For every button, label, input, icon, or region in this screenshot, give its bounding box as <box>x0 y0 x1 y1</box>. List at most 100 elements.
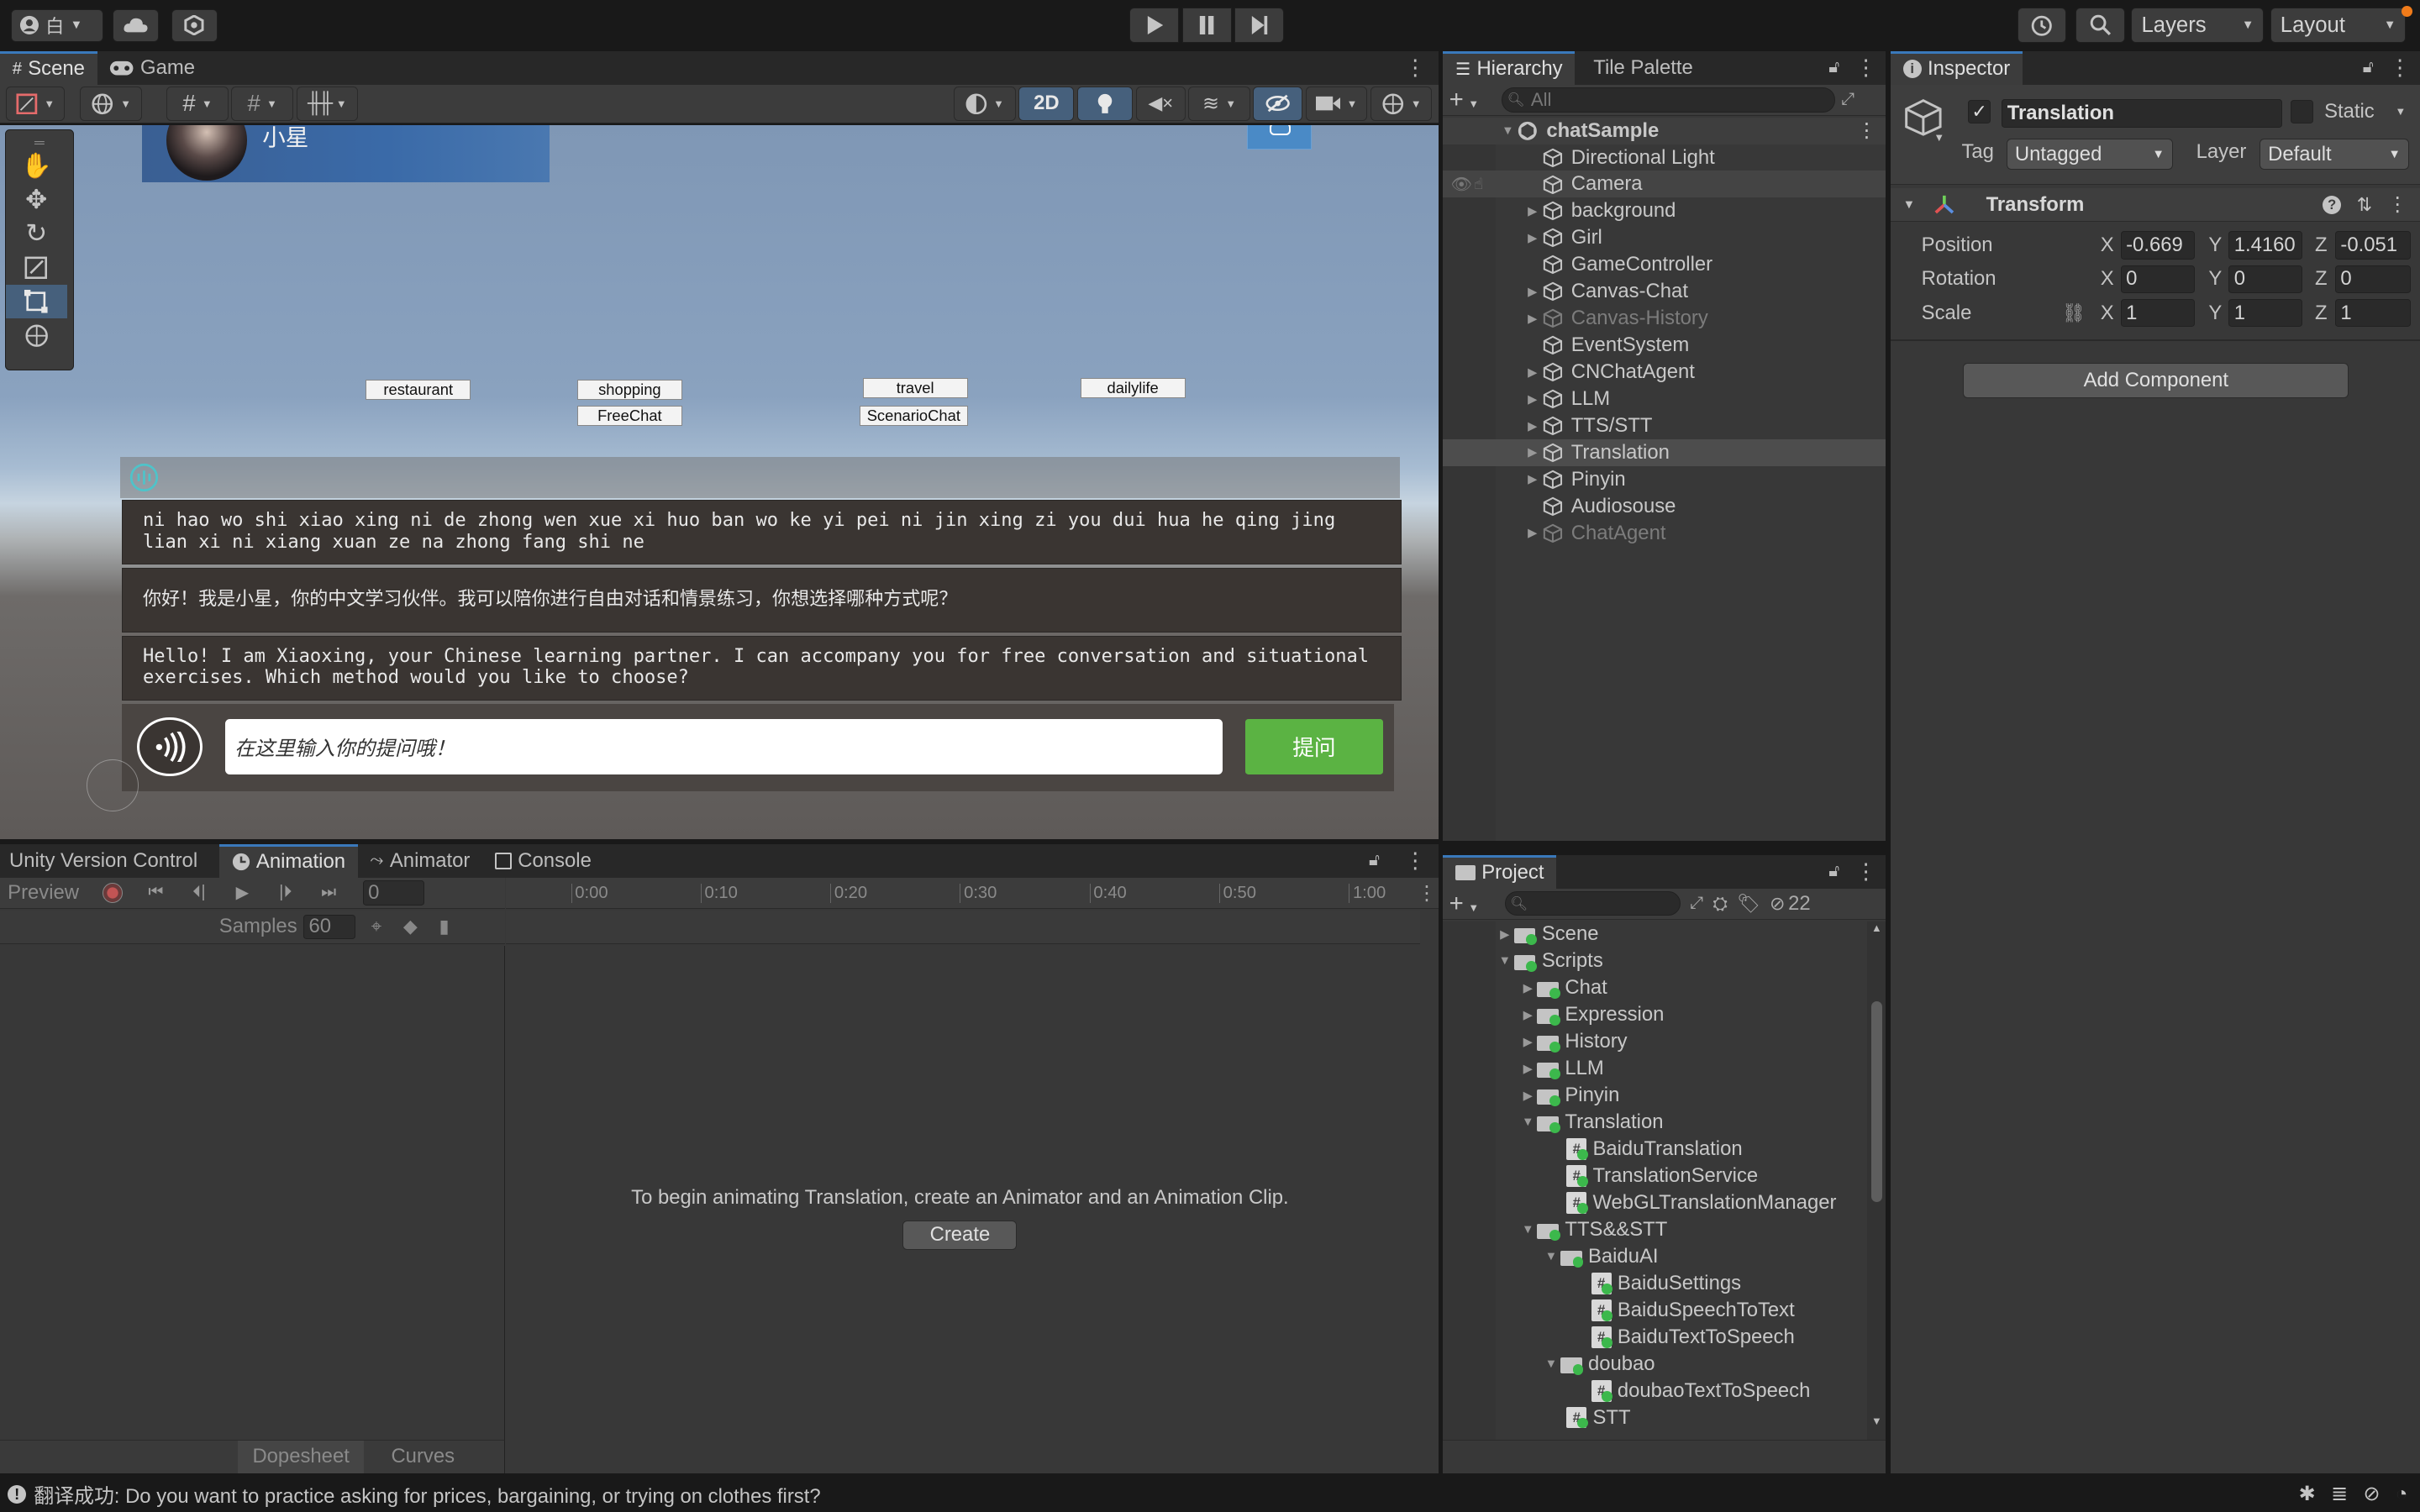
inspector-menu-button[interactable]: ⋮ <box>2380 51 2420 85</box>
project-scrollbar[interactable]: ▲ <box>1867 921 1886 1440</box>
project-folder[interactable]: ▶ LLM <box>1443 1055 1867 1082</box>
layer-dropdown[interactable]: Default ▼ <box>2259 139 2410 171</box>
play-animation-button[interactable]: ▶ <box>221 882 264 903</box>
scale-z-field[interactable]: 1 <box>2334 299 2411 328</box>
scale-x-field[interactable]: 1 <box>2120 299 2195 328</box>
hierarchy-item[interactable]: ▶ Girl <box>1443 224 1886 251</box>
transform-header[interactable]: ▼ Transform ? ⇅ ⋮ <box>1890 188 2420 223</box>
create-animator-button[interactable]: Create <box>902 1220 1018 1250</box>
curves-tab[interactable]: Curves <box>364 1441 481 1473</box>
shopping-button[interactable]: shopping <box>576 379 682 400</box>
expand-arrow-icon[interactable]: ▶ <box>1523 204 1542 218</box>
expand-arrow-icon[interactable]: ▶ <box>1518 981 1537 995</box>
hierarchy-item[interactable]: EventSystem <box>1443 332 1886 359</box>
increment-snap-button[interactable]: # ▼ <box>231 87 293 121</box>
tab-hierarchy[interactable]: ☰ Hierarchy <box>1443 50 1576 86</box>
hierarchy-item[interactable]: ▶ Canvas-History <box>1443 305 1886 332</box>
hierarchy-item[interactable]: ▶ background <box>1443 197 1886 224</box>
tab-inspector[interactable]: i Inspector <box>1890 50 2023 86</box>
scene-viewport[interactable]: 小星 restaurant shopping travel dailylife … <box>0 124 1439 840</box>
layers-dropdown[interactable]: Layers ▼ <box>2131 8 2265 44</box>
project-folder[interactable]: ▼ Translation <box>1443 1109 1867 1136</box>
expand-arrow-icon[interactable]: ▶ <box>1518 1089 1537 1103</box>
tab-scene[interactable]: # Scene <box>0 50 97 86</box>
restaurant-button[interactable]: restaurant <box>366 379 471 400</box>
expand-arrow-icon[interactable]: ▶ <box>1518 1035 1537 1049</box>
animation-menu-button[interactable]: ⋮ <box>1392 844 1439 878</box>
ask-button[interactable]: 提问 <box>1245 718 1383 774</box>
audio-button[interactable]: ◀× <box>1135 87 1186 121</box>
project-folder[interactable]: ▶ Pinyin <box>1443 1082 1867 1109</box>
freechat-button[interactable]: FreeChat <box>576 406 682 426</box>
project-folder[interactable]: ▶ Expression <box>1443 1001 1867 1028</box>
rotate-tool[interactable]: ↻ <box>6 217 67 250</box>
scale-y-field[interactable]: 1 <box>2228 299 2303 328</box>
expand-arrow-icon[interactable]: ▼ <box>1542 1250 1560 1263</box>
tab-console[interactable]: Console <box>482 844 603 878</box>
project-folder[interactable]: ▼ BaiduAI <box>1443 1243 1867 1270</box>
expand-arrow-icon[interactable]: ▼ <box>1496 954 1514 968</box>
prev-key-button[interactable]: ⏴︎| <box>177 883 220 902</box>
hierarchy-item[interactable]: ▶ Pinyin <box>1443 466 1886 493</box>
project-script[interactable]: # BaiduSpeechToText <box>1443 1297 1867 1324</box>
hierarchy-search-input[interactable]: 🔍︎ All <box>1502 87 1835 113</box>
tab-animation[interactable]: Animation <box>218 843 358 879</box>
cache-server-icon[interactable]: ≣ <box>2331 1482 2348 1506</box>
draw-mode-dropdown[interactable]: ▼ <box>6 87 66 121</box>
expand-arrow-icon[interactable]: ▶ <box>1523 312 1542 326</box>
scroll-down-icon[interactable]: ▼ <box>1867 1415 1886 1427</box>
constrain-proportions-icon[interactable]: ⛓︎ <box>2062 302 2086 324</box>
search-button[interactable] <box>2075 8 2126 44</box>
help-icon[interactable]: ? <box>2323 195 2342 214</box>
tag-dropdown[interactable]: Untagged ▼ <box>2006 139 2174 171</box>
grid-snap-button[interactable]: # ▼ <box>166 87 229 121</box>
filter-label-button[interactable]: 🏷︎ <box>1737 893 1760 915</box>
rotation-x-field[interactable]: 0 <box>2120 265 2195 293</box>
add-object-button[interactable]: + ▼ <box>1449 86 1496 114</box>
dopesheet-tab[interactable]: Dopesheet <box>237 1440 365 1474</box>
project-script[interactable]: # doubaoTextToSpeech <box>1443 1378 1867 1404</box>
timeline-menu-button[interactable]: ⋮ <box>1417 881 1437 906</box>
layout-dropdown[interactable]: Layout ▼ <box>2270 8 2407 44</box>
expand-arrow-icon[interactable]: ▶ <box>1518 1008 1537 1022</box>
expand-arrow-icon[interactable]: ▶ <box>1523 445 1542 459</box>
hierarchy-item[interactable]: Directional Light <box>1443 144 1886 171</box>
expand-arrow-icon[interactable]: ▼ <box>1518 1223 1537 1236</box>
scale-tool[interactable] <box>6 251 67 285</box>
project-folder[interactable]: ▼ Scripts <box>1443 948 1867 974</box>
question-input[interactable]: 在这里输入你的提问哦！ <box>225 718 1223 774</box>
position-y-field[interactable]: 1.4160 <box>2228 231 2303 260</box>
tab-tile-palette[interactable]: Tile Palette <box>1575 51 1705 85</box>
effects-dropdown[interactable]: ≋ ▼ <box>1188 87 1250 121</box>
record-button[interactable] <box>91 883 134 903</box>
preview-button[interactable]: Preview <box>0 881 91 905</box>
scroll-up-icon[interactable]: ▲ <box>1867 921 1886 940</box>
auto-generate-lighting-icon[interactable]: ⊘ <box>2363 1482 2380 1506</box>
pause-button[interactable] <box>1181 8 1232 44</box>
presets-icon[interactable]: ⇅ <box>2357 194 2372 216</box>
chevron-down-icon[interactable]: ▼ <box>1933 131 1944 144</box>
rect-tool[interactable] <box>5 284 67 319</box>
frame-field[interactable]: 0 <box>362 880 425 906</box>
hierarchy-item[interactable]: ▶ CNChatAgent <box>1443 359 1886 386</box>
travel-button[interactable]: travel <box>862 377 968 398</box>
project-folder[interactable]: ▼ doubao <box>1443 1351 1867 1378</box>
scene-root-row[interactable]: ▼ chatSample ⋮ <box>1443 117 1886 144</box>
transform-tool[interactable] <box>6 318 67 352</box>
tab-animator[interactable]: ⤳ Animator <box>358 844 482 878</box>
add-keyframe-icon[interactable]: ◆ <box>403 916 418 937</box>
project-search-input[interactable]: 🔍︎ <box>1504 891 1681 916</box>
tab-game[interactable]: Game <box>97 51 208 85</box>
hidden-packages-button[interactable]: ⊘ 22 <box>1770 892 1811 916</box>
rotation-y-field[interactable]: 0 <box>2228 265 2303 293</box>
play-button[interactable] <box>1129 8 1180 44</box>
lighting-button[interactable] <box>1077 87 1134 121</box>
hierarchy-menu-button[interactable]: ⋮ <box>1846 51 1886 85</box>
first-key-button[interactable]: ⏮ <box>134 883 177 902</box>
lock-icon[interactable]: 🔓︎ <box>2356 51 2380 85</box>
hierarchy-item[interactable]: ▶ Canvas-Chat <box>1443 278 1886 305</box>
camera-dropdown[interactable]: ▼ <box>1305 87 1368 121</box>
project-folder[interactable]: ▼ TTS&&STT <box>1443 1216 1867 1243</box>
create-asset-button[interactable]: + ▼ <box>1449 890 1496 918</box>
last-key-button[interactable]: ⏭ <box>307 883 350 902</box>
